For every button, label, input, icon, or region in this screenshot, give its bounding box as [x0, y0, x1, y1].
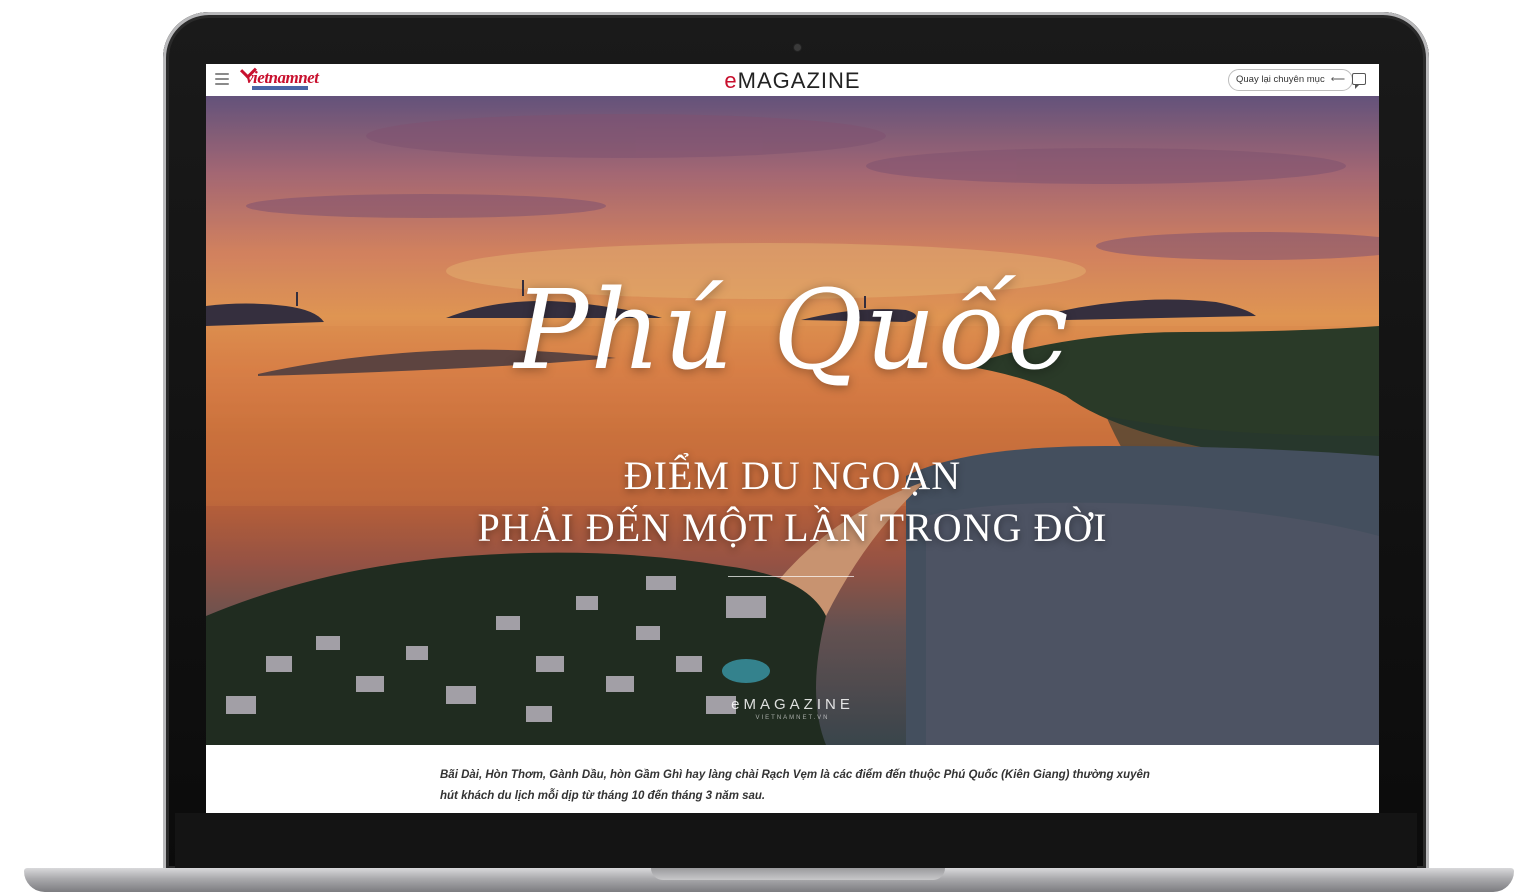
camera-icon — [794, 44, 801, 51]
laptop-bottom-bezel — [175, 813, 1417, 873]
hero-divider — [728, 576, 854, 577]
arrow-left-icon: ⟵ — [1330, 74, 1346, 85]
brand-rest: MAGAZINE — [737, 68, 861, 93]
article-lead-paragraph: Bãi Dài, Hòn Thơm, Gành Dầu, hòn Gầm Ghì… — [440, 769, 1150, 802]
comment-icon[interactable] — [1352, 73, 1366, 89]
hero-watermark-sub: VIETNAMNET.VN — [755, 715, 830, 721]
hero-subtitle-line-2: PHẢI ĐẾN MỘT LẦN TRONG ĐỜI — [477, 505, 1108, 550]
hero-subtitle-line-1: ĐIỂM DU NGOẠN — [623, 453, 962, 498]
back-to-category-button[interactable]: Quay lại chuyên mục ⟵ — [1228, 69, 1354, 91]
laptop-base-notch — [651, 868, 945, 880]
browser-screen: vietnamnet eMAGAZINE Quay lại chuyên mục… — [206, 64, 1379, 813]
hero-script-title: Phú Quốc — [514, 266, 1071, 394]
emagazine-brand[interactable]: eMAGAZINE — [206, 68, 1379, 94]
hero-watermark: eMAGAZINE — [731, 696, 854, 713]
brand-prefix: e — [724, 68, 738, 93]
top-navigation-bar: vietnamnet eMAGAZINE Quay lại chuyên mục… — [206, 64, 1379, 97]
back-button-label: Quay lại chuyên mục — [1236, 74, 1325, 85]
hero-banner: Phú Quốc ĐIỂM DU NGOẠN PHẢI ĐẾN MỘT LẦN … — [206, 96, 1379, 745]
hero-landscape-image — [206, 96, 1379, 745]
